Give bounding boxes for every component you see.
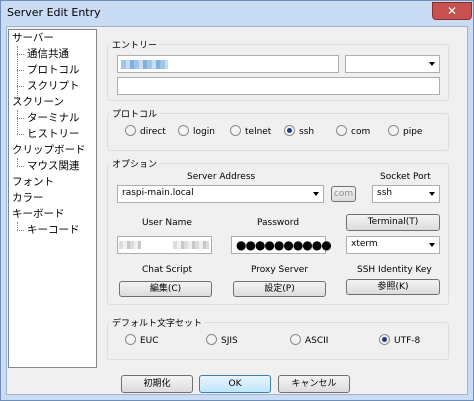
- radio-dot: [125, 334, 136, 345]
- tree-connector: [17, 86, 24, 87]
- tree-item-mouse[interactable]: マウス関連: [27, 158, 80, 174]
- user-name-input[interactable]: [117, 236, 212, 254]
- terminal-type-combo[interactable]: xterm: [346, 236, 440, 254]
- entry-group-select[interactable]: [345, 55, 440, 73]
- redacted-user-name: [119, 241, 141, 249]
- proxy-server-label: Proxy Server: [251, 265, 309, 275]
- reset-button[interactable]: 初期化: [121, 375, 193, 393]
- charset-radio-sjis[interactable]: SJIS: [206, 334, 238, 348]
- protocol-radio-telnet[interactable]: telnet: [230, 125, 271, 139]
- chat-script-label: Chat Script: [142, 265, 192, 275]
- protocol-radio-ssh[interactable]: ssh: [284, 125, 314, 139]
- radio-dot-selected: [379, 334, 390, 345]
- protocol-radio-login[interactable]: login: [178, 125, 215, 139]
- radio-dot: [290, 334, 301, 345]
- charset-group-legend: デフォルト文字セット: [110, 316, 205, 329]
- tree-item-protocol[interactable]: プロトコル: [27, 62, 80, 78]
- radio-dot: [230, 125, 241, 136]
- socket-port-label: Socket Port: [380, 172, 431, 182]
- protocol-radio-pipe[interactable]: pipe: [388, 125, 422, 139]
- entry-group-legend: エントリー: [110, 38, 160, 51]
- radio-dot: [388, 125, 399, 136]
- tree-connector: [17, 134, 24, 135]
- ssh-identity-key-browse-button[interactable]: 参照(K): [346, 279, 440, 295]
- chevron-down-icon: [429, 192, 435, 196]
- close-button[interactable]: ✕: [432, 2, 472, 20]
- settings-tree[interactable]: サーバー 通信共通 プロトコル スクリプト スクリーン ターミナル ヒストリー …: [8, 29, 97, 368]
- tree-item-font[interactable]: フォント: [12, 174, 54, 190]
- close-icon: ✕: [446, 4, 458, 18]
- protocol-group-legend: プロトコル: [110, 107, 160, 120]
- tree-item-script[interactable]: スクリプト: [27, 78, 80, 94]
- tree-connector: [17, 166, 24, 167]
- radio-dot: [125, 125, 136, 136]
- tree-item-keyboard[interactable]: キーボード: [12, 206, 65, 222]
- tree-connector: [17, 230, 24, 231]
- window-title: Server Edit Entry: [7, 6, 101, 19]
- socket-port-value: ssh: [377, 188, 393, 198]
- charset-radio-euc[interactable]: EUC: [125, 334, 159, 348]
- terminal-type-value: xterm: [351, 239, 378, 249]
- tree-connector: [17, 158, 18, 166]
- com-button[interactable]: com: [331, 186, 356, 202]
- chevron-down-icon: [429, 62, 435, 66]
- protocol-radio-direct[interactable]: direct: [125, 125, 166, 139]
- password-input[interactable]: ●●●●●●●●●●: [231, 236, 332, 254]
- tree-connector: [17, 54, 24, 55]
- tree-item-terminal[interactable]: ターミナル: [27, 110, 80, 126]
- socket-port-combo[interactable]: ssh: [372, 185, 440, 203]
- radio-dot: [336, 125, 347, 136]
- chevron-down-icon: [313, 192, 319, 196]
- entry-name-input[interactable]: [117, 55, 339, 73]
- tree-item-clipboard[interactable]: クリップボード: [12, 142, 86, 158]
- tree-item-screen[interactable]: スクリーン: [12, 94, 64, 110]
- entry-memo-input[interactable]: [117, 77, 440, 95]
- protocol-radio-com[interactable]: com: [336, 125, 370, 139]
- password-label: Password: [257, 218, 300, 228]
- radio-dot: [178, 125, 189, 136]
- ok-button[interactable]: OK: [199, 375, 271, 393]
- charset-radio-ascii[interactable]: ASCII: [290, 334, 328, 348]
- tree-item-comm-common[interactable]: 通信共通: [27, 46, 69, 62]
- tree-connector: [17, 118, 24, 119]
- redacted-user-name: [173, 241, 209, 249]
- redacted-entry-name: [121, 60, 168, 69]
- chat-script-edit-button[interactable]: 編集(C): [119, 281, 212, 297]
- cancel-button[interactable]: キャンセル: [278, 375, 350, 393]
- user-name-label: User Name: [142, 218, 192, 228]
- terminal-button[interactable]: Terminal(T): [346, 214, 440, 231]
- tree-connector: [17, 222, 18, 230]
- tree-item-history[interactable]: ヒストリー: [27, 126, 80, 142]
- tree-connector: [17, 110, 18, 134]
- server-address-label: Server Address: [187, 172, 256, 182]
- radio-dot: [206, 334, 217, 345]
- title-bar[interactable]: Server Edit Entry ✕: [1, 1, 472, 23]
- chevron-down-icon: [429, 243, 435, 247]
- radio-dot-selected: [284, 125, 295, 136]
- tree-item-server[interactable]: サーバー: [12, 30, 54, 46]
- charset-radio-utf8[interactable]: UTF-8: [379, 334, 420, 348]
- options-group-legend: オプション: [110, 157, 160, 170]
- server-address-value: raspi-main.local: [122, 188, 194, 198]
- tree-item-color[interactable]: カラー: [12, 190, 44, 206]
- ssh-identity-key-label: SSH Identity Key: [357, 265, 432, 275]
- password-value: ●●●●●●●●●●: [236, 238, 332, 252]
- proxy-server-settings-button[interactable]: 設定(P): [233, 281, 326, 297]
- server-address-combo[interactable]: raspi-main.local: [117, 185, 324, 203]
- tree-connector: [17, 70, 24, 71]
- tree-item-keycode[interactable]: キーコード: [27, 222, 80, 238]
